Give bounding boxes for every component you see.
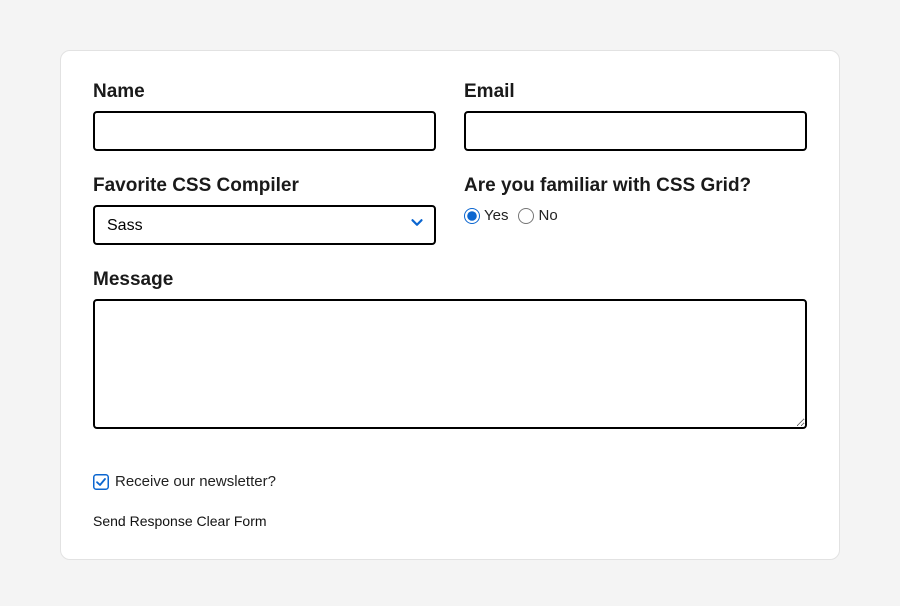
message-field: Message [93,269,807,429]
grid-familiar-label: Are you familiar with CSS Grid? [464,175,807,197]
name-input[interactable] [93,111,436,151]
send-response-button[interactable]: Send Response [93,513,193,529]
email-label: Email [464,81,807,103]
compiler-label: Favorite CSS Compiler [93,175,436,197]
message-label: Message [93,269,807,291]
form-actions: Send Response Clear Form [93,513,807,529]
checkbox-checked-icon [93,474,109,490]
compiler-select[interactable]: Sass [93,205,436,245]
newsletter-checkbox-label[interactable]: Receive our newsletter? [93,473,276,490]
clear-form-button[interactable]: Clear Form [197,513,267,529]
grid-familiar-yes-radio[interactable] [464,208,480,224]
grid-familiar-yes-label: Yes [484,207,508,224]
email-input[interactable] [464,111,807,151]
grid-familiar-no-label: No [538,207,557,224]
compiler-select-wrap: Sass [93,205,436,245]
name-label: Name [93,81,436,103]
name-field: Name [93,81,436,151]
grid-familiar-field: Are you familiar with CSS Grid? Yes No [464,175,807,245]
newsletter-text: Receive our newsletter? [115,473,276,490]
form-card: Name Email Favorite CSS Compiler Sass Ar… [60,50,840,560]
grid-familiar-no[interactable]: No [518,207,557,224]
grid-familiar-no-radio[interactable] [518,208,534,224]
email-field: Email [464,81,807,151]
compiler-field: Favorite CSS Compiler Sass [93,175,436,245]
message-textarea[interactable] [93,299,807,429]
grid-familiar-options: Yes No [464,207,807,224]
newsletter-row: Receive our newsletter? Send Response Cl… [93,453,807,529]
contact-form: Name Email Favorite CSS Compiler Sass Ar… [93,81,807,529]
grid-familiar-yes[interactable]: Yes [464,207,508,224]
